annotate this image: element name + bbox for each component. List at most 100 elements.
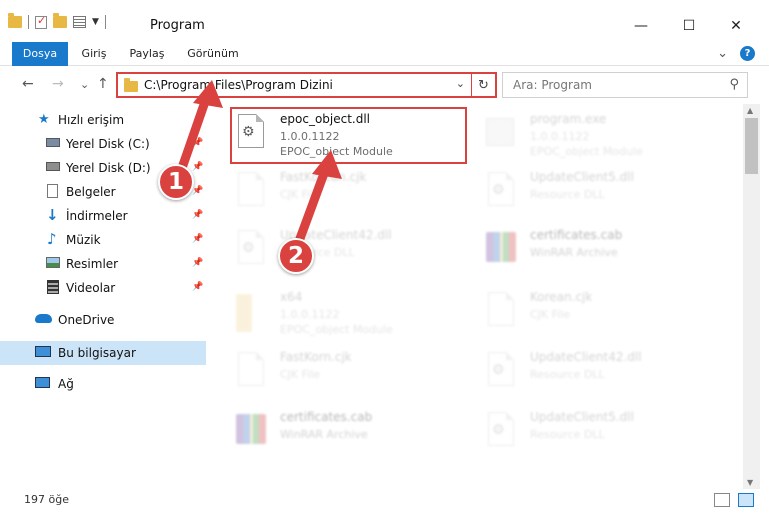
back-arrow-icon[interactable]: ← (22, 76, 34, 92)
dll-icon: ⚙ (484, 352, 516, 392)
navigation-bar: ← → ⌄ ↑ C:\Program Files\Program Dizini … (0, 66, 769, 104)
explorer-window: ▼ Program — ☐ ✕ Dosya Giriş Paylaş Görün… (0, 0, 769, 523)
address-path[interactable]: C:\Program Files\Program Dizini (144, 78, 333, 92)
minimize-button[interactable]: — (618, 12, 664, 40)
toolbar-divider (28, 15, 29, 29)
sidebar-item-label: Hızlı erişim (58, 113, 125, 127)
navigation-pane: ★ Hızlı erişim Yerel Disk (C:) 📌 Yerel D… (0, 104, 208, 489)
toolbar-divider (104, 15, 106, 29)
tab-file[interactable]: Dosya (12, 42, 68, 66)
sidebar-item-quick-access[interactable]: ★ Hızlı erişim (0, 108, 206, 132)
vertical-scrollbar[interactable]: ▲ ▼ (743, 104, 760, 489)
file-item-updateclient5-dll[interactable]: ⚙ UpdateClient5.dll Resource DLL (484, 168, 724, 220)
dll-icon: ⚙ (484, 412, 516, 452)
file-type: WinRAR Archive (280, 428, 368, 441)
sidebar-item-pictures[interactable]: Resimler 📌 (0, 252, 206, 276)
maximize-button[interactable]: ☐ (666, 12, 712, 40)
help-icon[interactable]: ? (740, 46, 755, 61)
pin-icon[interactable]: 📌 (192, 282, 203, 292)
tab-view[interactable]: Görünüm (182, 42, 244, 66)
download-icon: ↓ (46, 206, 59, 224)
music-icon: ♪ (47, 230, 57, 248)
file-name: FastKorn.cjk (280, 350, 352, 364)
properties-check-icon[interactable] (35, 14, 47, 29)
pictures-icon (46, 257, 60, 268)
file-item-certificates-cab[interactable]: certificates.cab WinRAR Archive (484, 226, 724, 278)
file-name: FastKorean.cjk (280, 170, 367, 184)
file-type: Resource DLL (530, 368, 605, 381)
address-bar[interactable]: C:\Program Files\Program Dizini ⌄ ↻ (116, 72, 497, 98)
sidebar-item-music[interactable]: ♪ Müzik 📌 (0, 228, 206, 252)
documents-icon (47, 184, 58, 198)
file-version: 1.0.0.1122 (530, 130, 590, 143)
file-item-updateclient42-dll[interactable]: ⚙ UpdateClient42.dll Resource DLL (484, 348, 724, 400)
pin-icon[interactable]: 📌 (192, 162, 203, 172)
file-item-updateclient42-dll[interactable]: ⚙ UpdateClient42.dll Resource DLL (234, 226, 464, 278)
quick-access-toolbar: ▼ (8, 13, 106, 29)
refresh-icon[interactable]: ↻ (471, 74, 495, 96)
sidebar-item-onedrive[interactable]: OneDrive (0, 308, 206, 332)
file-version: 1.0.0.1122 (280, 308, 340, 321)
sidebar-item-network[interactable]: Ağ (0, 372, 206, 396)
file-type: CJK File (530, 308, 571, 321)
sidebar-item-this-pc[interactable]: Bu bilgisayar (0, 341, 206, 365)
file-item-korean-cjk[interactable]: Korean.cjk CJK File (484, 288, 724, 340)
scroll-up-icon[interactable]: ▲ (747, 106, 753, 115)
window-title: Program (150, 18, 205, 33)
dll-icon: ⚙ (484, 172, 516, 212)
close-button[interactable]: ✕ (713, 12, 759, 40)
file-type: Resource DLL (530, 188, 605, 201)
sidebar-item-label: Resimler (66, 257, 119, 271)
pin-icon[interactable]: 📌 (192, 234, 203, 244)
search-icon: ⚲ (729, 77, 739, 92)
tab-home[interactable]: Giriş (74, 42, 114, 66)
sidebar-item-label: Belgeler (66, 185, 116, 199)
video-icon (47, 280, 59, 294)
file-item-fastkorn-cjk[interactable]: FastKorn.cjk CJK File (234, 348, 464, 400)
scroll-down-icon[interactable]: ▼ (747, 478, 753, 487)
scroll-thumb[interactable] (745, 118, 758, 174)
folder-icon (8, 13, 22, 28)
up-arrow-icon[interactable]: ↑ (97, 76, 109, 92)
file-item-program-exe[interactable]: program.exe 1.0.0.1122 EPOC_object Modul… (484, 110, 724, 162)
details-view-icon[interactable] (714, 493, 730, 507)
file-item-updateclient5-dll[interactable]: ⚙ UpdateClient5.dll Resource DLL (484, 408, 724, 460)
pin-icon[interactable]: 📌 (192, 210, 203, 220)
pin-icon[interactable]: 📌 (192, 138, 203, 148)
file-description: EPOC_object Module (530, 145, 643, 158)
sidebar-item-label: Yerel Disk (D:) (66, 161, 151, 175)
pin-icon[interactable]: 📌 (192, 186, 203, 196)
sidebar-item-label: Videolar (66, 281, 116, 295)
folder-icon (234, 292, 266, 332)
file-type: Resource DLL (530, 428, 605, 441)
file-item-fastkorean-cjk[interactable]: FastKorean.cjk CJK File (234, 168, 464, 220)
properties-icon[interactable] (73, 16, 86, 28)
drive-icon (46, 138, 60, 147)
sidebar-item-videos[interactable]: Videolar 📌 (0, 276, 206, 300)
new-folder-icon[interactable] (53, 13, 67, 28)
dll-icon: ⚙ (234, 230, 266, 270)
sidebar-item-label: İndirmeler (66, 209, 128, 223)
tiles-view-icon[interactable] (738, 493, 754, 507)
search-box[interactable]: Ara: Program ⚲ (502, 72, 748, 98)
sidebar-item-local-disk-c[interactable]: Yerel Disk (C:) 📌 (0, 132, 206, 156)
address-history-chevron-icon[interactable]: ⌄ (456, 77, 465, 90)
title-bar: ▼ Program — ☐ ✕ (0, 0, 769, 42)
file-name: certificates.cab (530, 228, 623, 242)
file-item-x64[interactable]: x64 1.0.0.1122 EPOC_object Module (234, 288, 464, 340)
item-count: 197 öğe (24, 493, 69, 506)
sidebar-item-downloads[interactable]: ↓ İndirmeler 📌 (0, 204, 206, 228)
file-name: certificates.cab (280, 410, 373, 424)
customize-toolbar-chevron-icon[interactable]: ▼ (92, 17, 99, 27)
expand-ribbon-chevron-icon[interactable]: ⌄ (717, 46, 728, 61)
tab-share[interactable]: Paylaş (124, 42, 170, 66)
file-name: Korean.cjk (530, 290, 593, 304)
pin-icon[interactable]: 📌 (192, 258, 203, 268)
file-item-certificates-cab[interactable]: certificates.cab WinRAR Archive (234, 408, 464, 460)
file-name: x64 (280, 290, 303, 304)
search-input[interactable]: Ara: Program (513, 78, 592, 92)
recent-locations-chevron-icon[interactable]: ⌄ (80, 78, 89, 91)
file-type: CJK File (280, 368, 321, 381)
forward-arrow-icon[interactable]: → (52, 76, 64, 92)
file-icon (484, 292, 516, 332)
